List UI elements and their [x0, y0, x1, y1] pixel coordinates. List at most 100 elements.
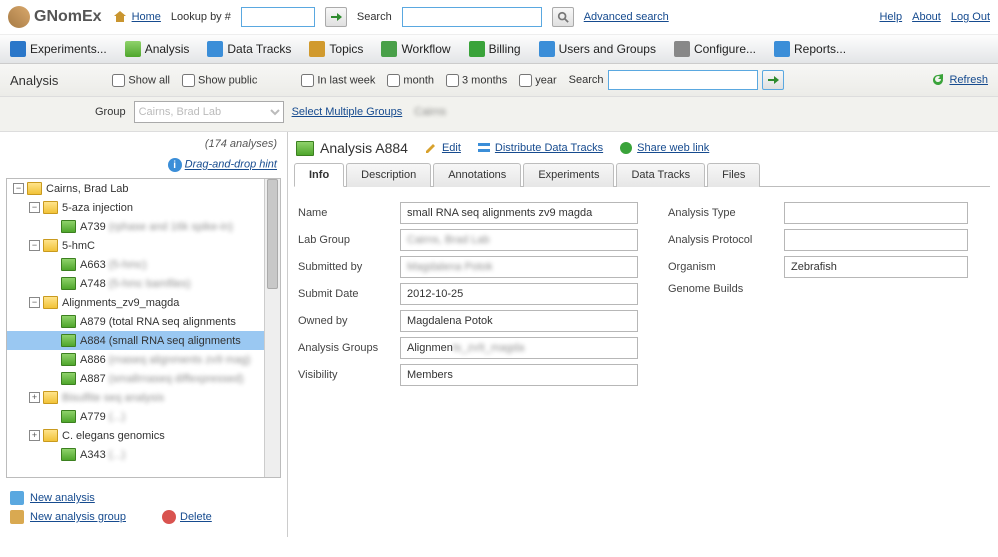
edit-button[interactable]: Edit: [424, 141, 461, 155]
tree-item[interactable]: A343 (...): [7, 445, 280, 464]
last-week-checkbox[interactable]: In last week: [301, 74, 375, 87]
tracks-icon: [477, 141, 491, 155]
tab-annotations[interactable]: Annotations: [433, 163, 521, 187]
app-name: GNomEx: [34, 8, 102, 26]
content: (174 analyses) iDrag-and-drop hint −Cair…: [0, 132, 998, 537]
lookup-go-button[interactable]: [325, 7, 347, 27]
main-nav: Experiments... Analysis Data Tracks Topi…: [0, 35, 998, 64]
dnd-hint[interactable]: iDrag-and-drop hint: [0, 156, 287, 178]
left-pane: (174 analyses) iDrag-and-drop hint −Cair…: [0, 132, 288, 537]
tree-group[interactable]: +Bisulfite seq analysis: [7, 388, 280, 407]
show-all-checkbox[interactable]: Show all: [112, 74, 170, 87]
analysis-icon: [61, 220, 76, 233]
tag-icon: [309, 41, 325, 57]
search-input[interactable]: [402, 7, 542, 27]
tree-group[interactable]: −5-hmC: [7, 236, 280, 255]
label-ownedby: Owned by: [298, 315, 394, 327]
delete-button[interactable]: Delete: [162, 510, 212, 524]
tree-item[interactable]: A886 (rnaseq alignments zv9 mag): [7, 350, 280, 369]
nav-billing[interactable]: Billing: [469, 41, 521, 57]
field-name[interactable]: small RNA seq alignments zv9 magda: [400, 202, 638, 224]
refresh-link[interactable]: Refresh: [931, 73, 988, 87]
tree-item[interactable]: A663 (5-hmc): [7, 255, 280, 274]
distribute-button[interactable]: Distribute Data Tracks: [477, 141, 603, 155]
filter-search-input[interactable]: [608, 70, 758, 90]
lookup-input[interactable]: [241, 7, 315, 27]
group-label: Group: [95, 106, 126, 118]
tree-item[interactable]: A887 (smallrnaseq diffexpressed): [7, 369, 280, 388]
field-visibility[interactable]: Members: [400, 364, 638, 386]
tree-item[interactable]: A739 (rphase and 16k spike-in): [7, 217, 280, 236]
share-button[interactable]: Share web link: [619, 141, 709, 155]
field-groups[interactable]: Alignments_zv9_magda: [400, 337, 638, 359]
label-submittedby: Submitted by: [298, 261, 394, 273]
filter-search-label: Search: [569, 74, 604, 86]
field-organism[interactable]: Zebrafish: [784, 256, 968, 278]
show-public-checkbox[interactable]: Show public: [182, 74, 257, 87]
logout-link[interactable]: Log Out: [951, 11, 990, 23]
field-type[interactable]: [784, 202, 968, 224]
new-analysis-group-button[interactable]: New analysis group: [10, 510, 126, 524]
nav-configure[interactable]: Configure...: [674, 41, 756, 57]
analysis-icon: [61, 258, 76, 271]
field-submittedby[interactable]: Magdalena Potok: [400, 256, 638, 278]
nav-analysis[interactable]: Analysis: [125, 41, 190, 57]
field-submitdate[interactable]: 2012-10-25: [400, 283, 638, 305]
label-groups: Analysis Groups: [298, 342, 394, 354]
tree-item-selected[interactable]: A884 (small RNA seq alignments: [7, 331, 280, 350]
tree-item[interactable]: A879 (total RNA seq alignments: [7, 312, 280, 331]
year-checkbox[interactable]: year: [519, 74, 556, 87]
about-link[interactable]: About: [912, 11, 941, 23]
nav-workflow[interactable]: Workflow: [381, 41, 450, 57]
group-bar: Group Cairns, Brad Lab Select Multiple G…: [0, 97, 998, 132]
analysis-icon: [125, 41, 141, 57]
nav-users[interactable]: Users and Groups: [539, 41, 656, 57]
tree-item[interactable]: A748 (5-hmc bamfiles): [7, 274, 280, 293]
filter-search-button[interactable]: [762, 70, 784, 90]
tree-group[interactable]: −5-aza injection: [7, 198, 280, 217]
arrow-right-icon: [767, 74, 779, 86]
tree-root[interactable]: −Cairns, Brad Lab: [7, 179, 280, 198]
nav-datatracks[interactable]: Data Tracks: [207, 41, 291, 57]
nav-reports[interactable]: Reports...: [774, 41, 846, 57]
field-labgroup[interactable]: Cairns, Brad Lab: [400, 229, 638, 251]
arrow-right-icon: [330, 11, 342, 23]
plus-icon: [10, 491, 24, 505]
field-protocol[interactable]: [784, 229, 968, 251]
advanced-search-link[interactable]: Advanced search: [584, 11, 669, 23]
analysis-tree: −Cairns, Brad Lab −5-aza injection A739 …: [6, 178, 281, 478]
search-go-button[interactable]: [552, 7, 574, 27]
scrollbar[interactable]: [264, 179, 280, 477]
flask-icon: [10, 41, 26, 57]
label-name: Name: [298, 207, 394, 219]
filter-bar: Analysis Show all Show public In last we…: [0, 64, 998, 97]
3months-checkbox[interactable]: 3 months: [446, 74, 507, 87]
app-logo: GNomEx: [8, 6, 102, 28]
help-link[interactable]: Help: [879, 11, 902, 23]
nav-topics[interactable]: Topics: [309, 41, 363, 57]
new-analysis-button[interactable]: New analysis: [10, 491, 277, 505]
tab-description[interactable]: Description: [346, 163, 431, 187]
folder-plus-icon: [10, 510, 24, 524]
analysis-icon: [61, 334, 76, 347]
search-label: Search: [357, 11, 392, 23]
field-ownedby[interactable]: Magdalena Potok: [400, 310, 638, 332]
home-link[interactable]: Home: [112, 9, 161, 25]
tree-group[interactable]: −Alignments_zv9_magda: [7, 293, 280, 312]
nav-experiments[interactable]: Experiments...: [10, 41, 107, 57]
tab-experiments[interactable]: Experiments: [523, 163, 614, 187]
tab-datatracks[interactable]: Data Tracks: [616, 163, 705, 187]
tree-item[interactable]: A779 (...): [7, 407, 280, 426]
folder-icon: [43, 429, 58, 442]
month-checkbox[interactable]: month: [387, 74, 434, 87]
detail-tabs: Info Description Annotations Experiments…: [294, 162, 990, 187]
tab-files[interactable]: Files: [707, 163, 760, 187]
folder-icon: [43, 391, 58, 404]
tree-group[interactable]: +C. elegans genomics: [7, 426, 280, 445]
group-select[interactable]: Cairns, Brad Lab: [134, 101, 284, 123]
tab-info[interactable]: Info: [294, 163, 344, 187]
scroll-thumb[interactable]: [267, 179, 278, 289]
users-icon: [539, 41, 555, 57]
tracks-icon: [207, 41, 223, 57]
select-multiple-link[interactable]: Select Multiple Groups: [292, 106, 403, 118]
